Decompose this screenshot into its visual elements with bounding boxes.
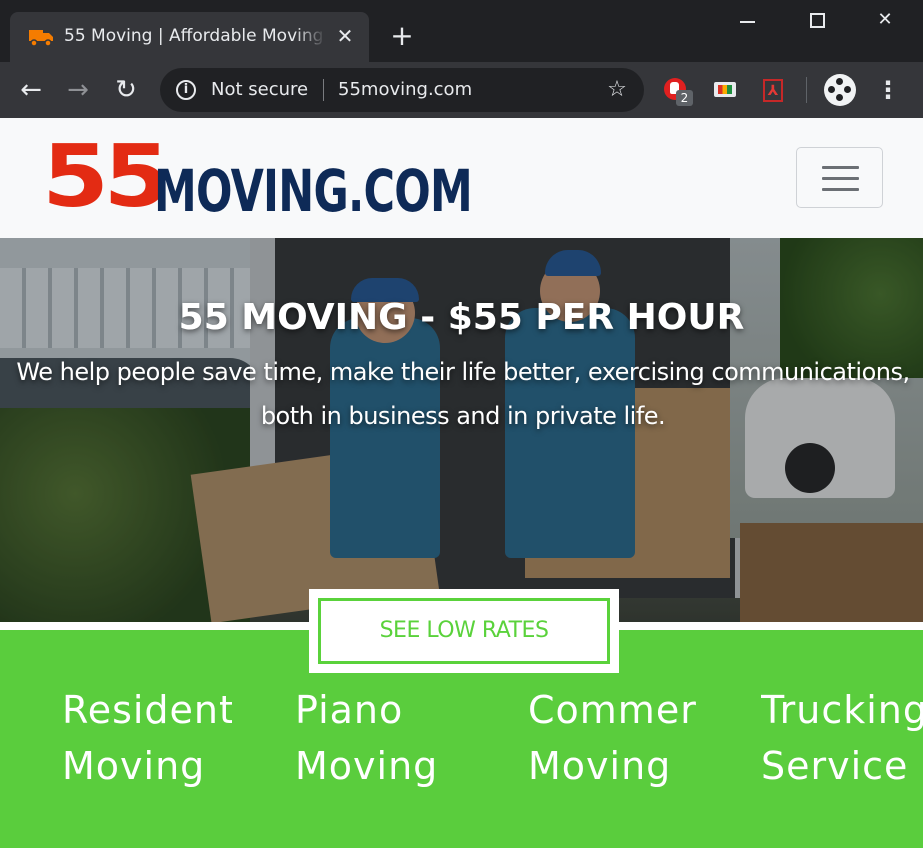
maximize-icon [810, 13, 825, 28]
menu-toggle-button[interactable] [796, 147, 883, 208]
security-label[interactable]: Not secure [211, 79, 308, 101]
toolbar-separator [806, 77, 807, 103]
cast-icon[interactable] [711, 76, 739, 104]
browser-titlebar: 55 Moving | Affordable Moving C ✕ + ✕ [0, 0, 923, 62]
tab-title: 55 Moving | Affordable Moving C [64, 26, 326, 46]
address-divider [323, 79, 324, 101]
browser-tab[interactable]: 55 Moving | Affordable Moving C ✕ [10, 12, 369, 62]
minimize-button[interactable] [730, 6, 764, 34]
moving-truck-icon [29, 30, 53, 47]
browser-toolbar: ← → ↻ i Not secure 55moving.com ☆ 2 ⅄ ⋮ [0, 62, 923, 118]
adblock-icon[interactable]: 2 [662, 76, 693, 106]
close-window-button[interactable]: ✕ [868, 6, 902, 34]
url-text[interactable]: 55moving.com [338, 79, 472, 101]
back-button[interactable]: ← [15, 74, 47, 106]
service-piano-moving[interactable]: Piano Moving [295, 682, 465, 802]
site-header: 55 MOVING.COM [0, 118, 923, 238]
address-bar[interactable]: i Not secure 55moving.com ☆ [160, 68, 644, 112]
info-icon[interactable]: i [176, 80, 196, 100]
logo-number: 55 [42, 127, 170, 227]
pdf-icon[interactable]: ⅄ [759, 76, 787, 104]
service-trucking[interactable]: Trucking Service [761, 682, 923, 802]
service-residential-moving[interactable]: Residential Moving [62, 682, 232, 802]
minimize-icon [740, 21, 755, 23]
hamburger-icon [822, 166, 859, 169]
service-commercial-moving[interactable]: Commercial Moving [528, 682, 698, 802]
see-low-rates-button[interactable]: SEE LOW RATES [318, 598, 610, 664]
tab-close-icon[interactable]: ✕ [334, 25, 356, 47]
hero-title: 55 MOVING - $55 PER HOUR [178, 297, 745, 338]
hero-tagline: We help people save time, make their lif… [16, 358, 910, 430]
bookmark-star-icon[interactable]: ☆ [604, 77, 630, 103]
cta-frame: SEE LOW RATES [309, 589, 619, 673]
hero-banner: 55 MOVING - $55 PER HOUR We help people … [0, 238, 923, 622]
new-tab-button[interactable]: + [388, 22, 416, 50]
forward-button[interactable]: → [62, 74, 94, 106]
logo-name: MOVING.COM [154, 157, 473, 225]
maximize-button[interactable] [800, 6, 834, 34]
profile-avatar[interactable] [824, 74, 856, 106]
browser-menu-icon[interactable]: ⋮ [874, 74, 902, 106]
reload-button[interactable]: ↻ [110, 74, 142, 106]
adblock-badge: 2 [676, 90, 693, 106]
